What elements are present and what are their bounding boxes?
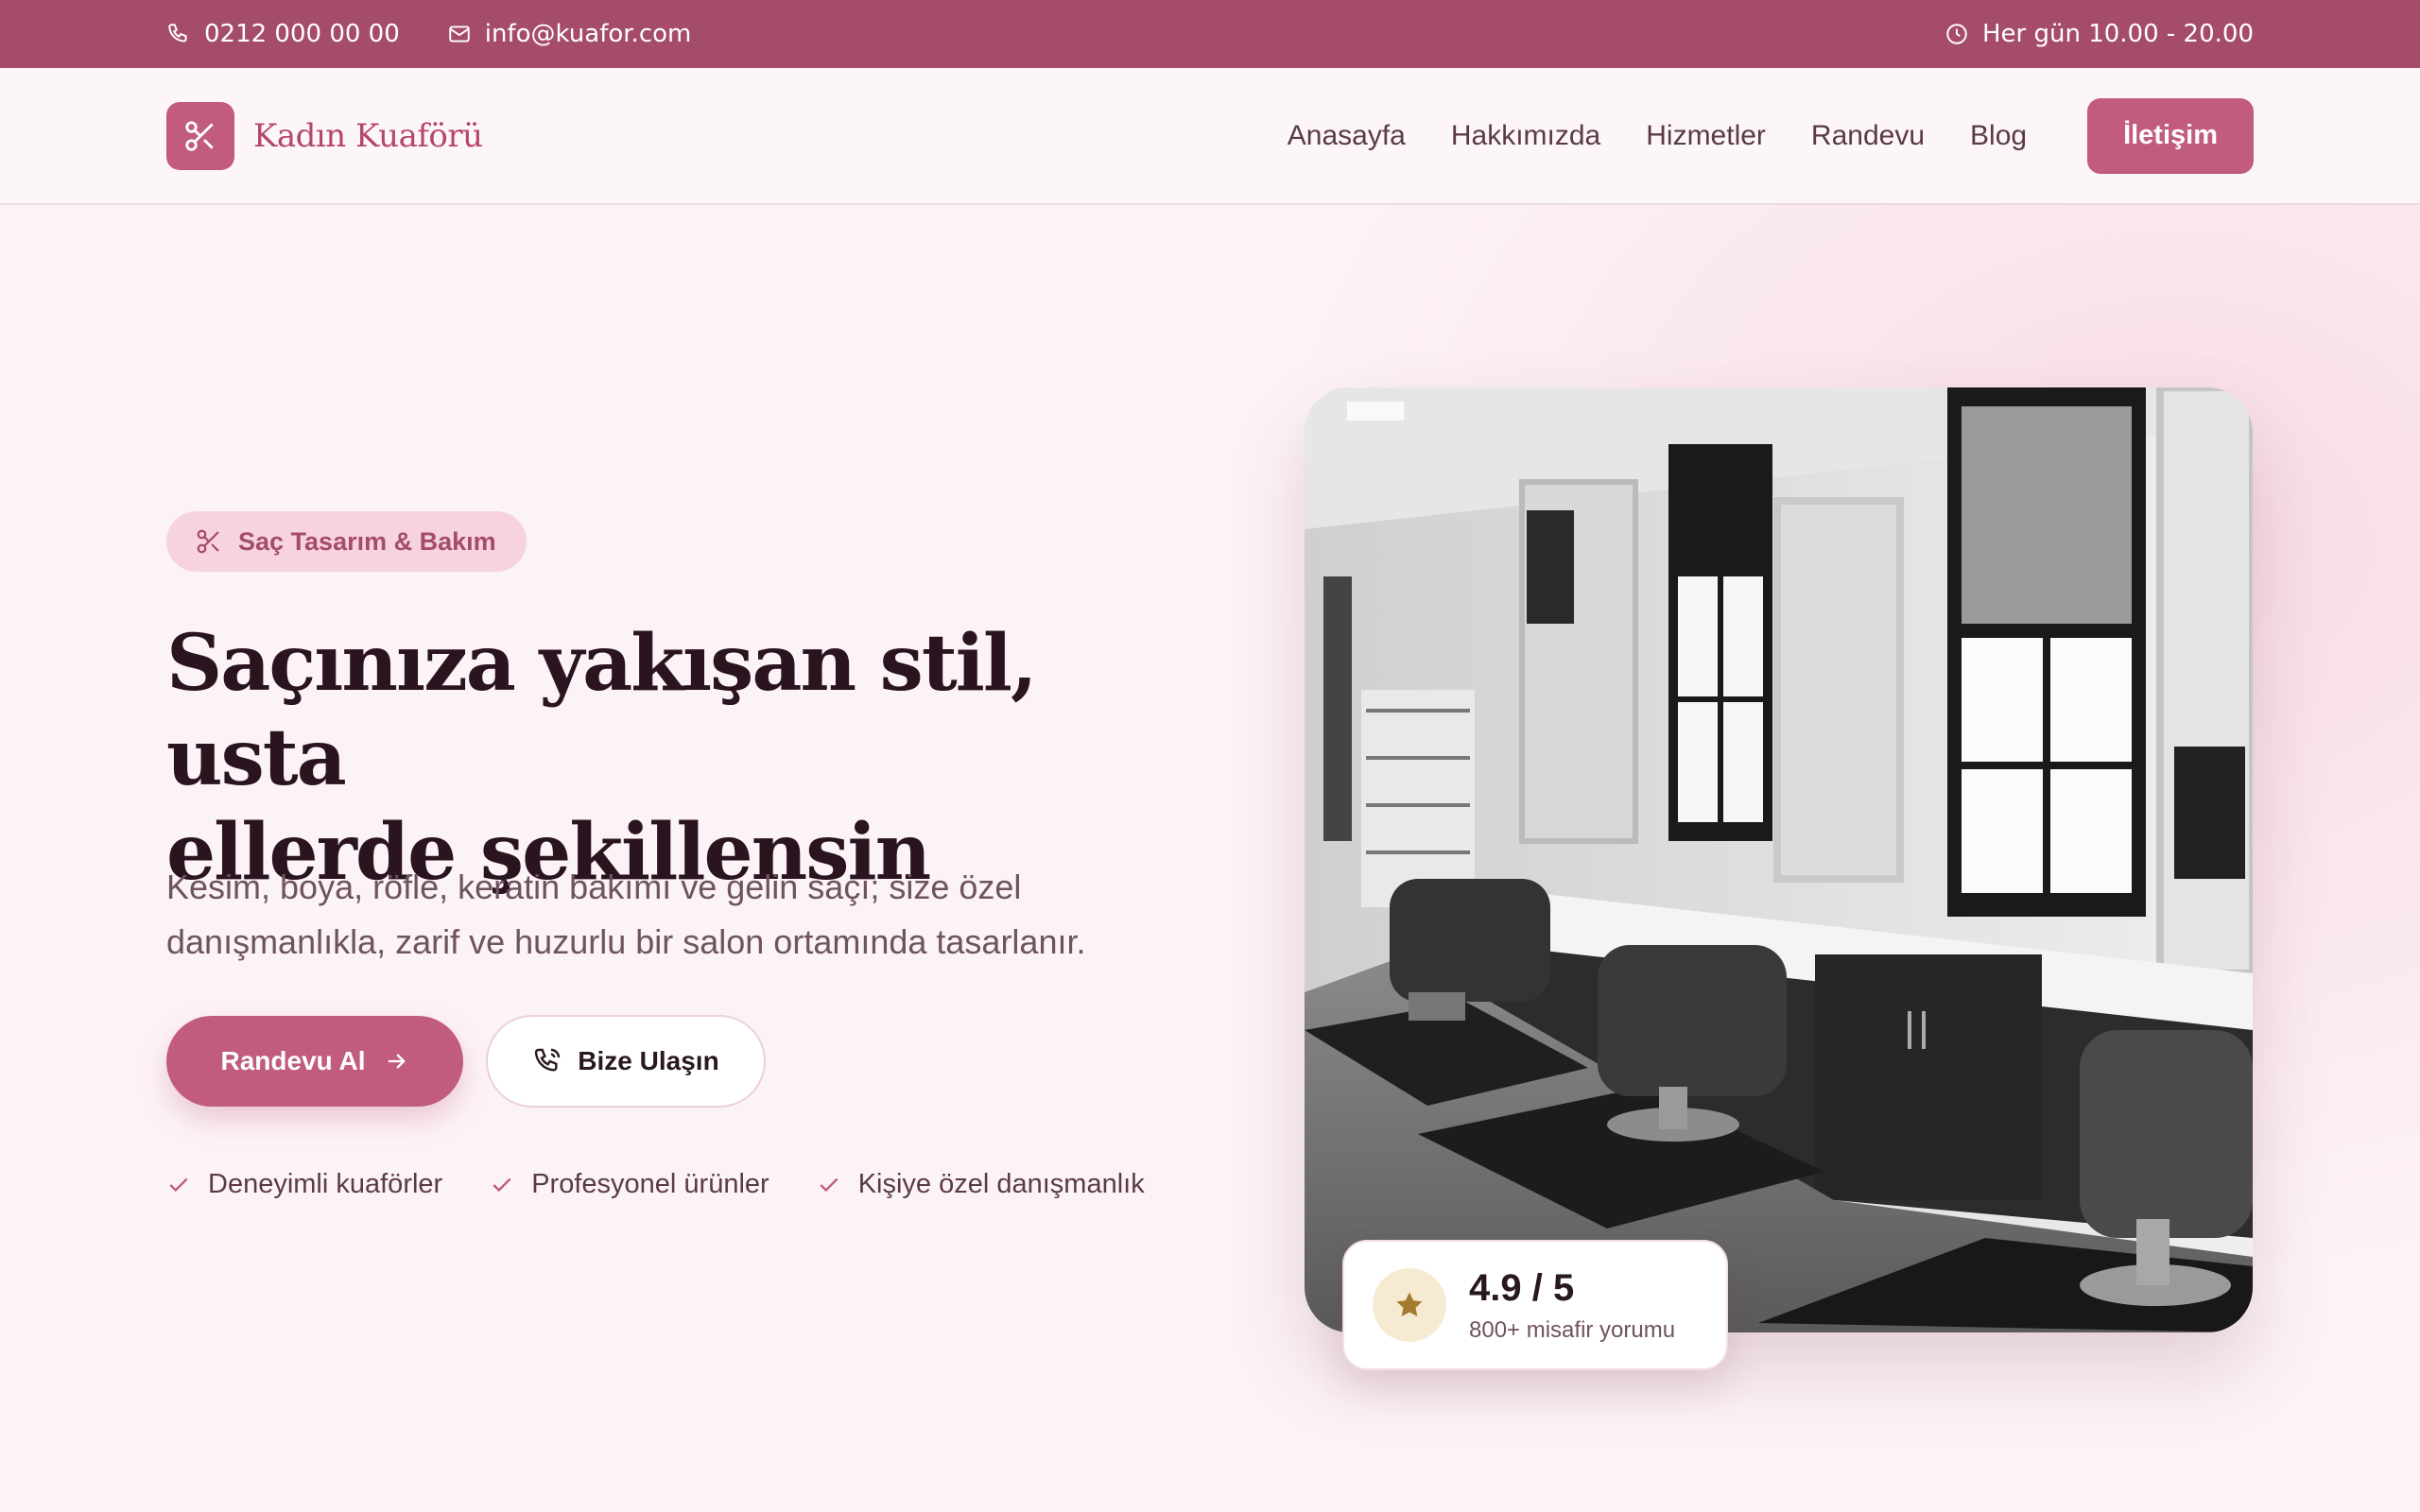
feature-item: Deneyimli kuaförler bbox=[166, 1169, 442, 1200]
phone-icon bbox=[168, 24, 187, 43]
brand-logo[interactable]: Kadın Kuaförü bbox=[166, 101, 483, 170]
feature-label: Deneyimli kuaförler bbox=[208, 1169, 443, 1199]
hero-subtitle: Kesim, boya, röfle, keratin bakımı ve ge… bbox=[166, 868, 1086, 961]
rating-count: 800+ misafir yorumu bbox=[1469, 1316, 1676, 1343]
hero-headline: Saçınıza yakışan stil, usta ellerde şeki… bbox=[166, 616, 1112, 900]
nav-item-hizmetler[interactable]: Hizmetler bbox=[1646, 120, 1766, 152]
check-icon bbox=[493, 1177, 511, 1192]
feature-label: Profesyonel ürünler bbox=[531, 1169, 769, 1199]
topbar-email-text: info@kuafor.com bbox=[484, 20, 692, 48]
top-info-bar: 0212 000 00 00 info@kuafor.com Her gün 1… bbox=[0, 0, 2420, 68]
scissors-icon bbox=[185, 120, 214, 151]
rating-card: 4.9 / 5 800+ misafir yorumu bbox=[1342, 1240, 1728, 1370]
contact-us-button[interactable]: Bize Ulaşın bbox=[486, 1015, 766, 1108]
topbar-email[interactable]: info@kuafor.com bbox=[447, 20, 692, 48]
site-header: Kadın Kuaförü Anasayfa Hakkımızda Hizmet… bbox=[0, 68, 2420, 205]
feature-label: Kişiye özel danışmanlık bbox=[857, 1169, 1145, 1199]
salon-photo-illustration bbox=[1305, 387, 2253, 1332]
clock-icon bbox=[1946, 24, 1967, 44]
nav-item-anasayfa[interactable]: Anasayfa bbox=[1288, 120, 1406, 152]
arrow-right-icon bbox=[388, 1054, 406, 1069]
logo-badge bbox=[166, 101, 234, 170]
contact-button[interactable]: İletişim bbox=[2087, 97, 2254, 174]
rating-star-badge bbox=[1373, 1268, 1446, 1342]
rating-score: 4.9 / 5 bbox=[1469, 1266, 1575, 1309]
star-icon bbox=[1396, 1292, 1423, 1317]
book-appointment-label: Randevu Al bbox=[220, 1046, 366, 1075]
hero-badge: Saç Tasarım & Bakım bbox=[166, 511, 527, 572]
main-nav: Anasayfa Hakkımızda Hizmetler Randevu Bl… bbox=[1242, 97, 2254, 174]
mail-icon bbox=[449, 26, 470, 43]
book-appointment-button[interactable]: Randevu Al bbox=[166, 1016, 463, 1107]
topbar-phone[interactable]: 0212 000 00 00 bbox=[166, 20, 400, 48]
feature-item: Profesyonel ürünler bbox=[490, 1169, 769, 1200]
rating-text: 4.9 / 5 800+ misafir yorumu bbox=[1469, 1267, 1675, 1344]
nav-item-randevu[interactable]: Randevu bbox=[1811, 120, 1925, 152]
hero-badge-text: Saç Tasarım & Bakım bbox=[238, 526, 496, 556]
nav-item-blog[interactable]: Blog bbox=[1970, 120, 2027, 152]
nav-item-hakkimizda[interactable]: Hakkımızda bbox=[1451, 120, 1600, 152]
feature-list: Deneyimli kuaförler Profesyonel ürünler … bbox=[166, 1169, 1145, 1200]
brand-name: Kadın Kuaförü bbox=[253, 116, 483, 155]
hero-headline-line-1: Saçınıza yakışan stil, usta bbox=[166, 618, 1038, 803]
check-icon bbox=[169, 1177, 188, 1192]
topbar-phone-text: 0212 000 00 00 bbox=[204, 20, 400, 48]
salon-interior-photo bbox=[1305, 387, 2253, 1332]
feature-item: Kişiye özel danışmanlık bbox=[817, 1169, 1145, 1200]
phone-call-icon bbox=[535, 1048, 561, 1072]
scissors-icon bbox=[197, 529, 219, 554]
check-icon bbox=[820, 1177, 838, 1192]
contact-us-label: Bize Ulaşın bbox=[578, 1046, 719, 1075]
topbar-hours: Her gün 10.00 - 20.00 bbox=[1945, 20, 2254, 48]
topbar-hours-text: Her gün 10.00 - 20.00 bbox=[1981, 20, 2254, 48]
